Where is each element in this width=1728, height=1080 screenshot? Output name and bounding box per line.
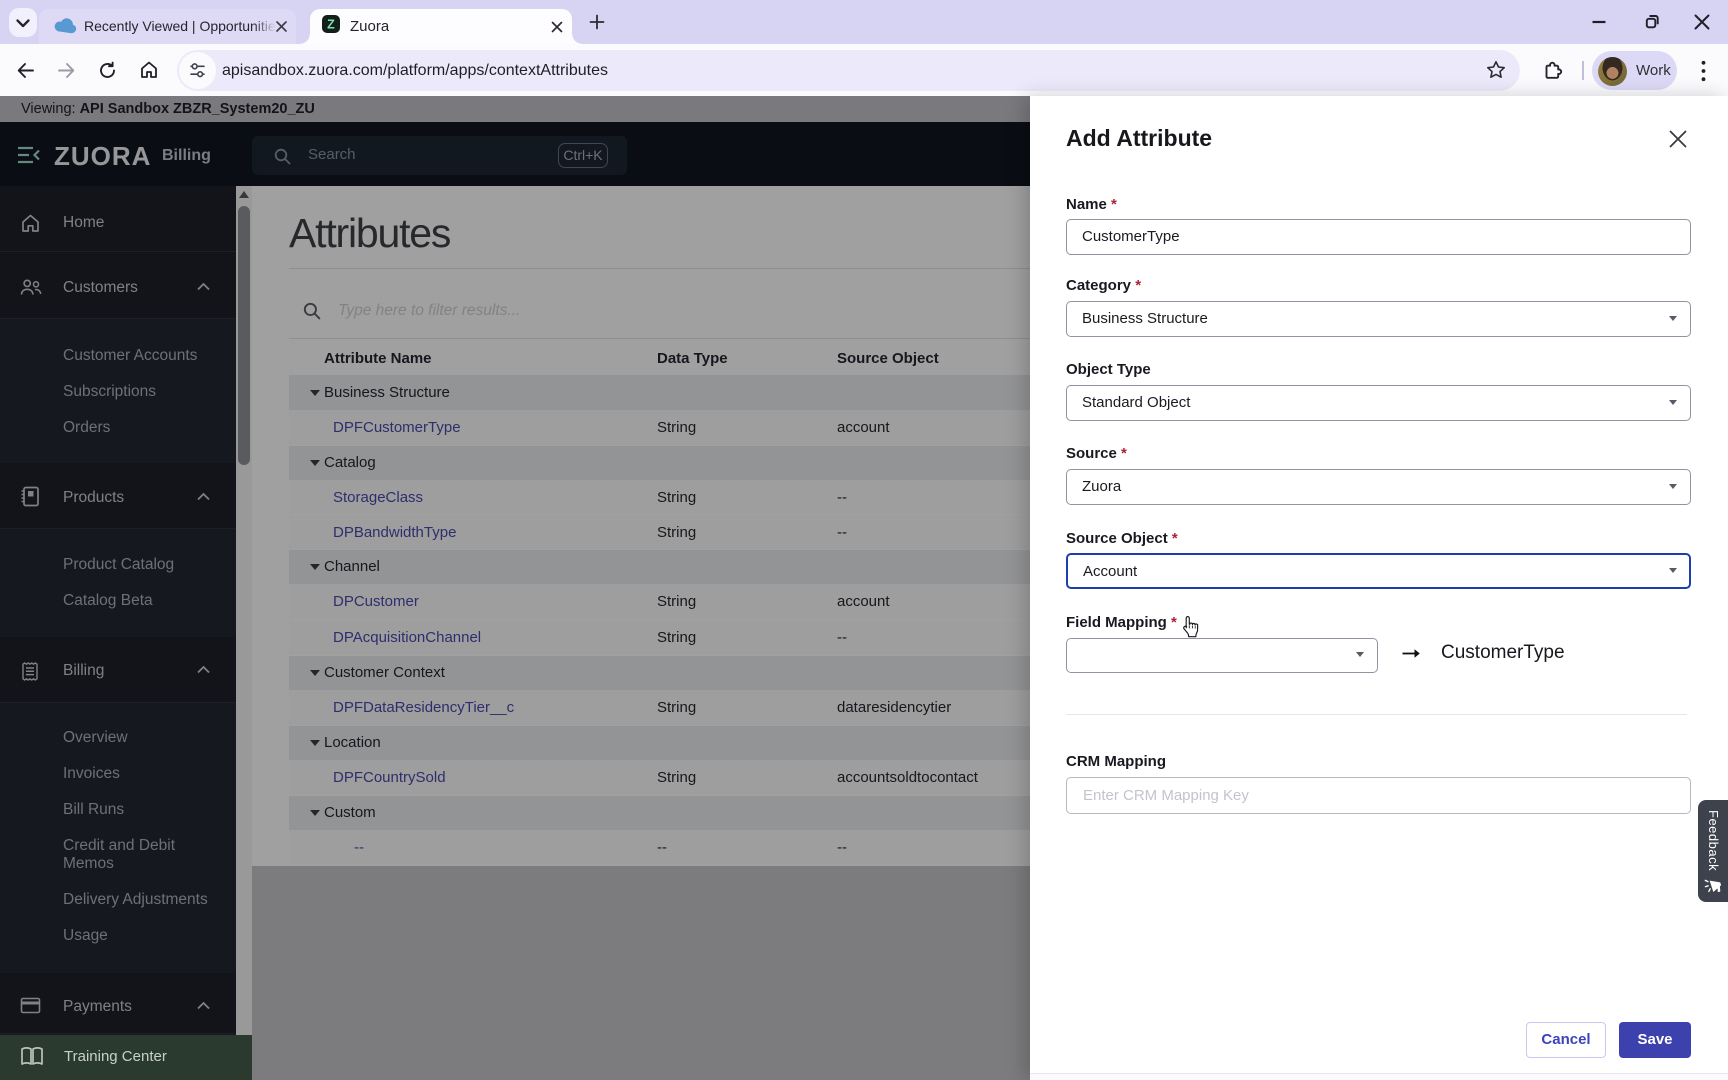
svg-text:Z: Z: [327, 18, 335, 32]
